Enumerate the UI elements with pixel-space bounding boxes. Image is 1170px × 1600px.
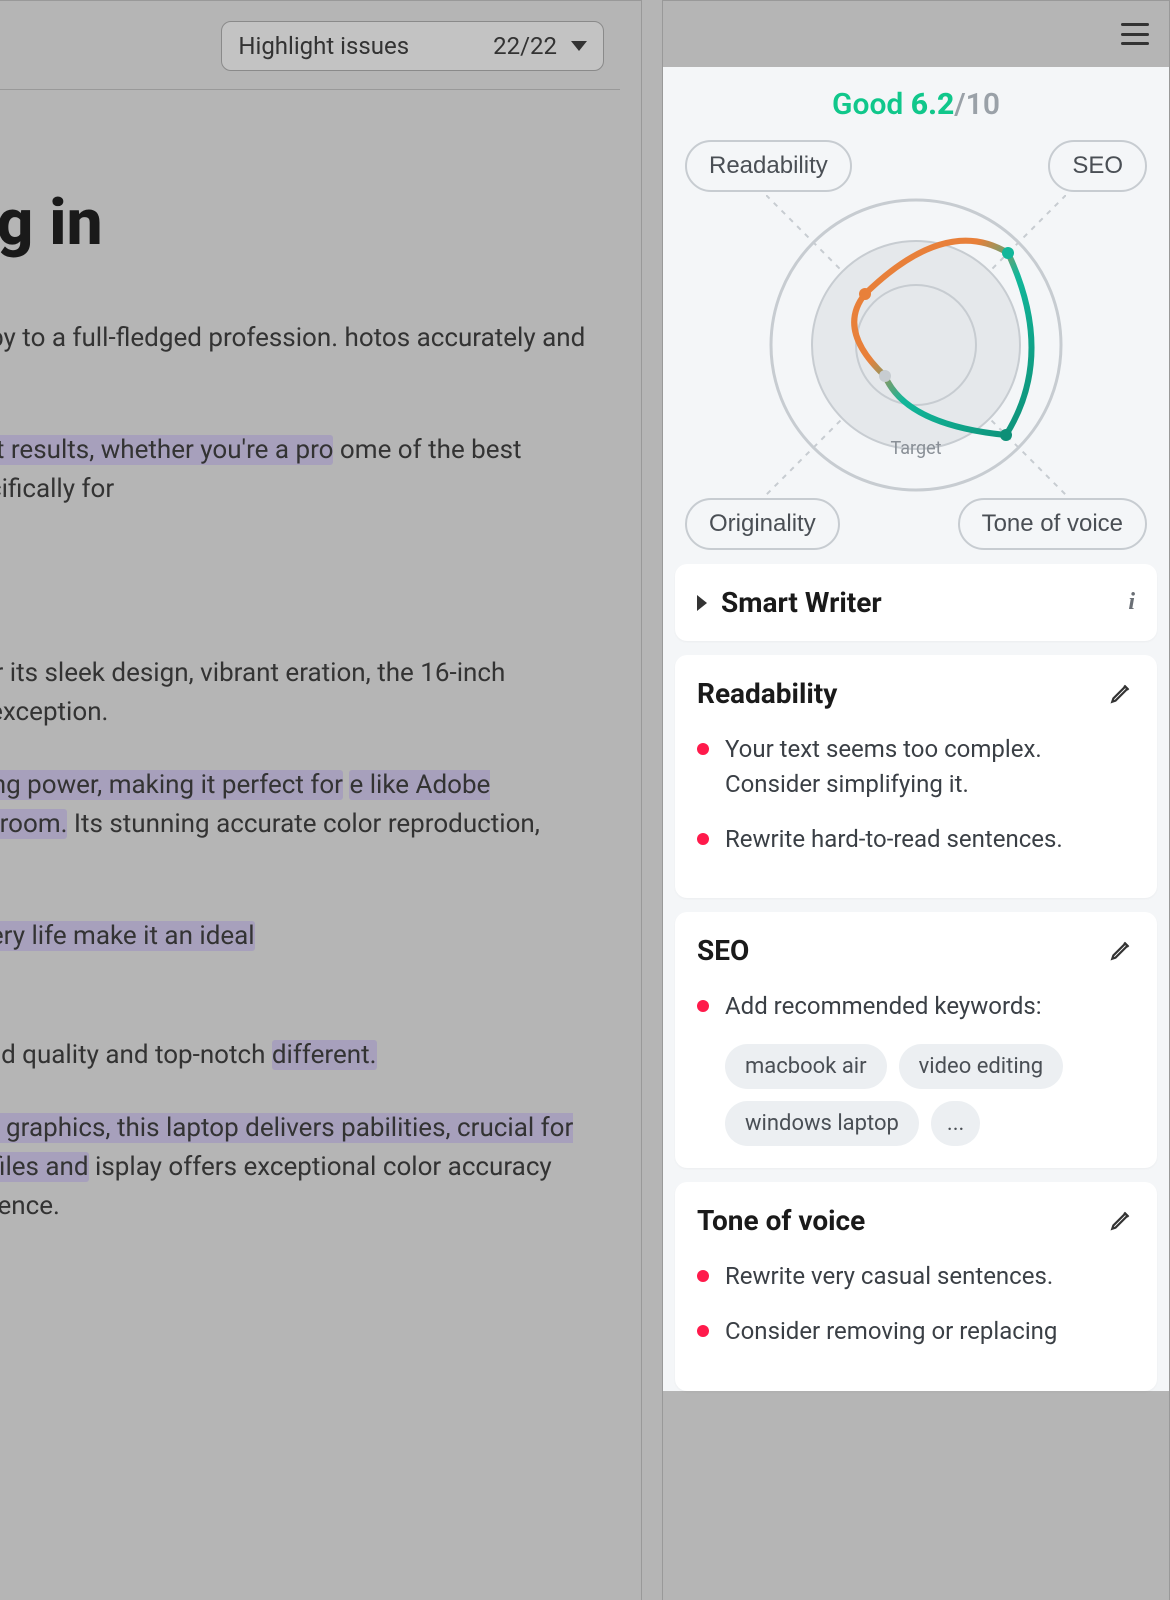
smart-writer-card[interactable]: Smart Writer i <box>675 564 1157 641</box>
readability-card: Readability Your text seems too complex.… <box>675 655 1157 898</box>
editor-pane: Highlight issues 22/22 s for to Editing … <box>0 0 642 1600</box>
issue-dot-icon <box>697 1270 709 1282</box>
document-body[interactable]: s for to Editing in m being a mere hobby… <box>0 90 620 1280</box>
doc-paragraph: nt for achieving great results, whether … <box>0 431 600 509</box>
issue-dot-icon <box>697 833 709 845</box>
readability-card-title: Readability <box>697 677 837 710</box>
menu-icon[interactable] <box>1121 23 1149 45</box>
issue-highlight[interactable]: nparalleled processing power, making it … <box>0 770 343 800</box>
target-label: Target <box>890 438 941 459</box>
score-value: 6.2 <box>911 87 955 122</box>
keyword-more[interactable]: ... <box>931 1101 980 1146</box>
issue-text: Your text seems too complex. Consider si… <box>725 732 1135 802</box>
smart-writer-title: Smart Writer <box>721 586 882 619</box>
issue-text: Consider removing or replacing <box>725 1314 1057 1349</box>
issue-highlight[interactable]: nt for achieving great results, whether … <box>0 435 333 465</box>
originality-pill[interactable]: Originality <box>685 498 840 550</box>
editor-content: Highlight issues 22/22 s for to Editing … <box>0 1 620 1280</box>
doc-paragraph: y and extensive battery life make it an … <box>0 917 600 956</box>
doc-paragraph: m being a mere hobby to a full-fledged p… <box>0 319 600 397</box>
doc-subheading: (2024) <box>0 549 600 624</box>
pencil-icon[interactable] <box>1109 1206 1135 1236</box>
seo-card: SEO Add recommended keywords: macbook ai… <box>675 912 1157 1168</box>
doc-paragraph: with its premium build quality and top-n… <box>0 1036 600 1075</box>
keyword-row: macbook air video editing windows laptop… <box>725 1044 1135 1146</box>
score-max: /10 <box>954 87 1000 122</box>
highlight-issues-dropdown[interactable]: Highlight issues 22/22 <box>221 21 604 71</box>
issue-dot-icon <box>697 1325 709 1337</box>
issue-item[interactable]: Your text seems too complex. Consider si… <box>697 732 1135 802</box>
chevron-down-icon <box>571 41 587 51</box>
info-icon[interactable]: i <box>1128 589 1135 616</box>
doc-title: s for to Editing in <box>0 118 600 259</box>
doc-paragraph: nparalleled processing power, making it … <box>0 766 600 883</box>
quality-score: Good 6.2/10 <box>675 87 1157 122</box>
issue-item[interactable]: Add recommended keywords: <box>697 989 1135 1024</box>
keyword-chip[interactable]: video editing <box>899 1044 1064 1089</box>
panel-topbar <box>663 1 1169 67</box>
tone-card: Tone of voice Rewrite very casual senten… <box>675 1182 1157 1391</box>
chevron-right-icon <box>697 595 707 611</box>
editor-toolbar: Highlight issues 22/22 <box>0 21 620 90</box>
issue-item[interactable]: Rewrite hard-to-read sentences. <box>697 822 1135 857</box>
seo-pill[interactable]: SEO <box>1048 140 1147 192</box>
tone-pill[interactable]: Tone of voice <box>958 498 1147 550</box>
pencil-icon[interactable] <box>1109 936 1135 966</box>
issue-text: Rewrite hard-to-read sentences. <box>725 822 1063 857</box>
highlight-issues-count: 22/22 <box>493 32 557 60</box>
pencil-icon[interactable] <box>1109 679 1135 709</box>
panel-content: Good 6.2/10 Readability SEO Originality … <box>663 67 1169 1391</box>
issue-highlight[interactable]: y and extensive battery life make it an … <box>0 921 255 951</box>
seo-card-title: SEO <box>697 934 749 967</box>
issue-item[interactable]: Rewrite very casual sentences. <box>697 1259 1135 1294</box>
readability-pill[interactable]: Readability <box>685 140 852 192</box>
highlight-issues-label: Highlight issues <box>238 32 409 60</box>
tone-card-title: Tone of voice <box>697 1204 865 1237</box>
issue-item[interactable]: Consider removing or replacing <box>697 1314 1135 1349</box>
issue-text: Rewrite very casual sentences. <box>725 1259 1053 1294</box>
keyword-chip[interactable]: macbook air <box>725 1044 887 1089</box>
issue-dot-icon <box>697 1000 709 1012</box>
keyword-chip[interactable]: windows laptop <box>725 1101 919 1146</box>
issue-highlight[interactable]: different. <box>272 1040 377 1070</box>
analysis-panel: Good 6.2/10 Readability SEO Originality … <box>662 0 1170 1600</box>
doc-paragraph: NVIDIA GeForce RTX graphics, this laptop… <box>0 1109 600 1226</box>
score-label: Good <box>832 87 903 122</box>
radar-chart-area: Readability SEO Originality Tone of voic… <box>675 140 1157 550</box>
issue-dot-icon <box>697 743 709 755</box>
doc-paragraph: ng photographers for its sleek design, v… <box>0 654 600 732</box>
issue-text: Add recommended keywords: <box>725 989 1042 1024</box>
